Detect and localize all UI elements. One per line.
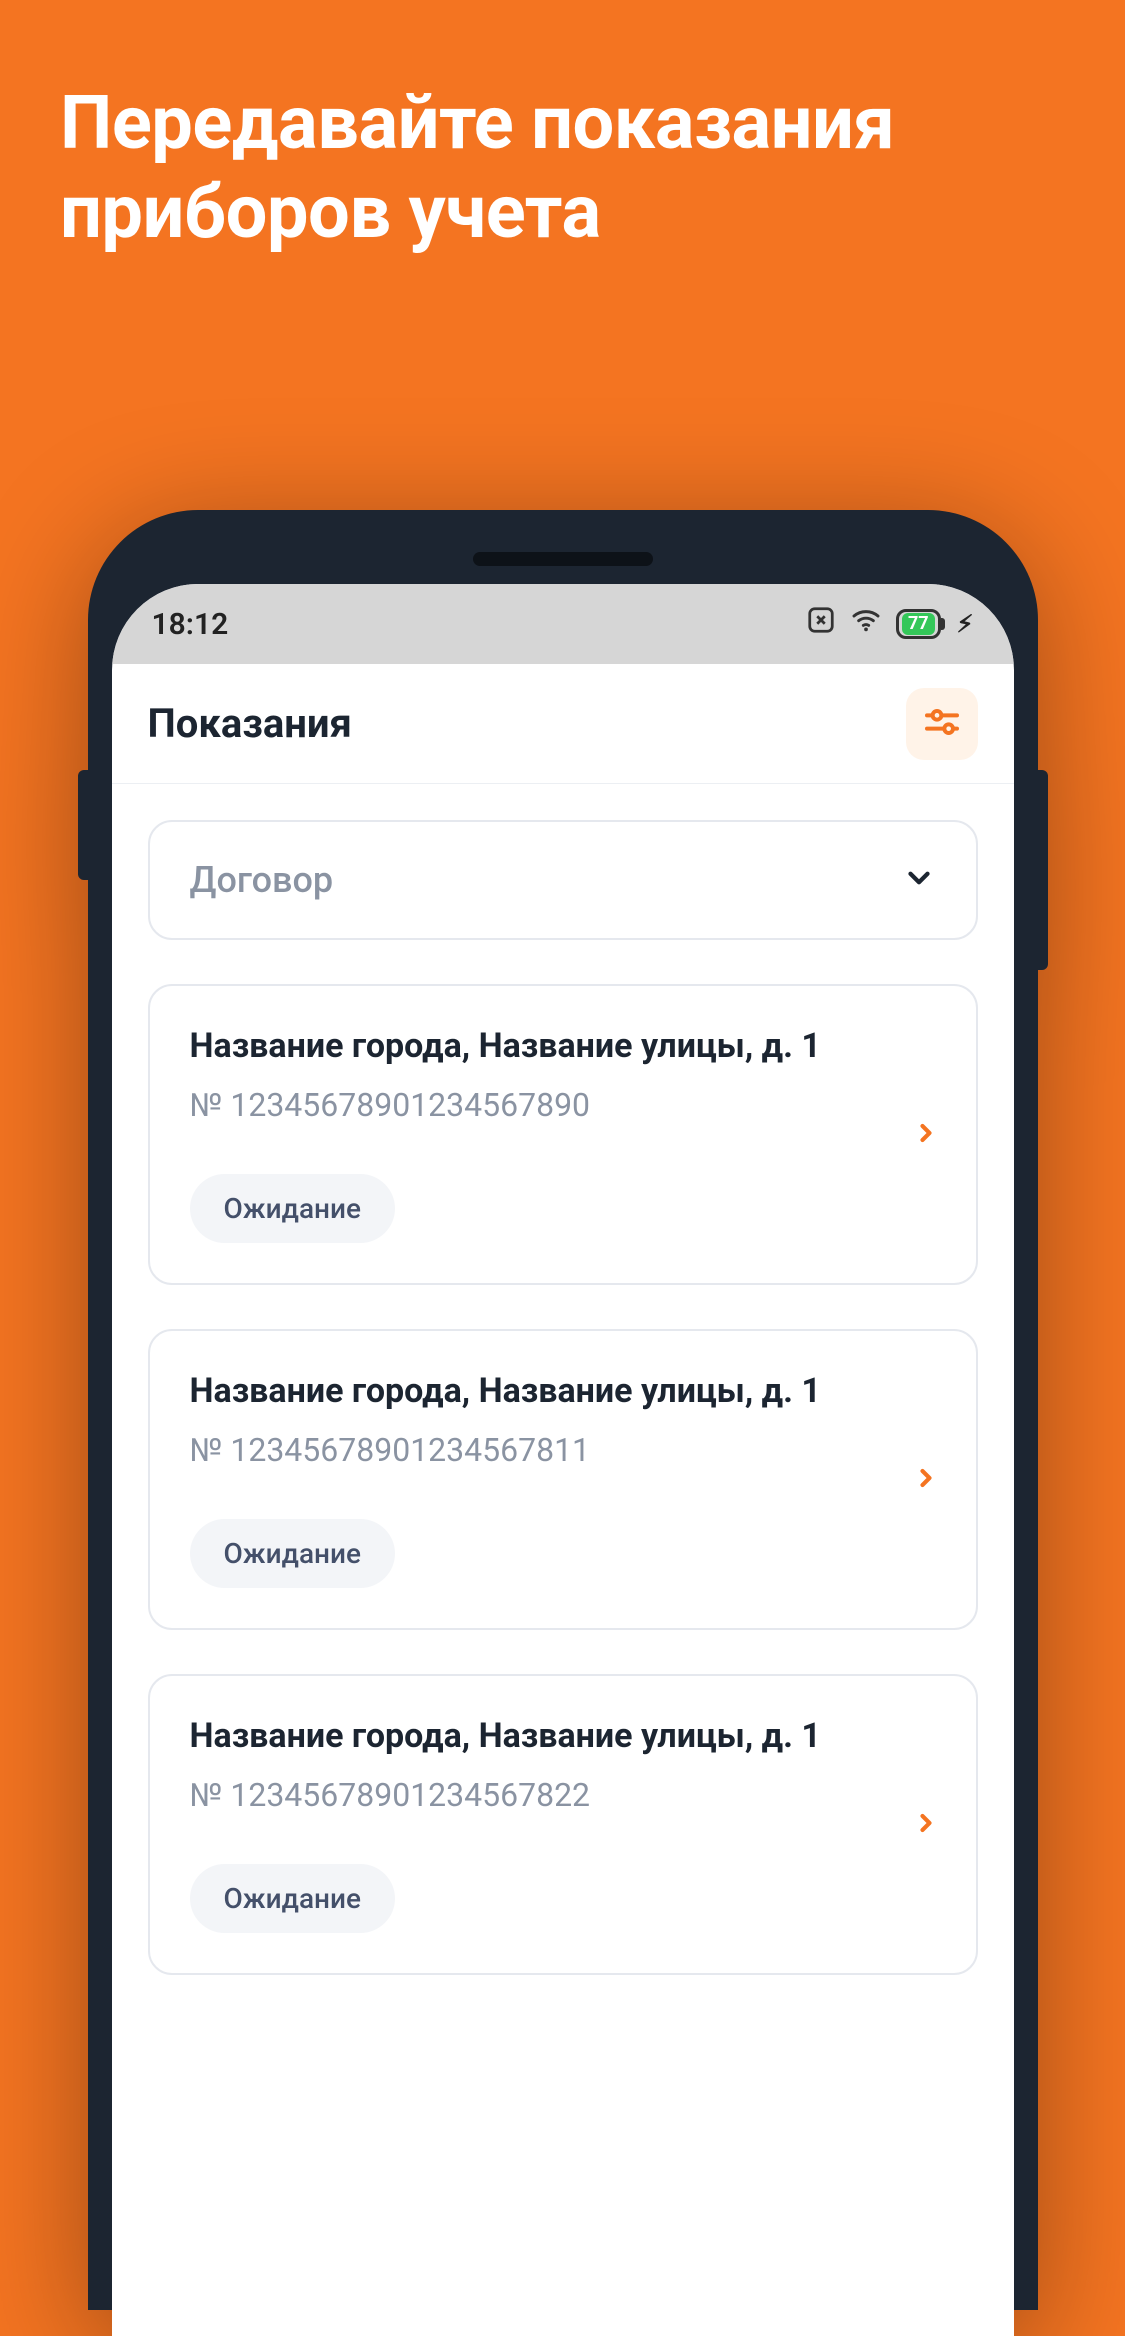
status-badge: Ожидание — [190, 1519, 396, 1588]
page-title: Показания — [148, 700, 352, 747]
card-contract-number: № 12345678901234567822 — [190, 1776, 936, 1814]
card-address: Название города, Название улицы, д. 1 — [190, 1371, 936, 1411]
chevron-right-icon — [912, 1119, 940, 1151]
filter-button[interactable] — [906, 688, 978, 760]
meter-card[interactable]: Название города, Название улицы, д. 1 № … — [148, 1329, 978, 1630]
promo-line2: приборов учета — [60, 169, 601, 256]
meter-card[interactable]: Название города, Название улицы, д. 1 № … — [148, 1674, 978, 1975]
sliders-icon — [922, 702, 962, 746]
contract-dropdown[interactable]: Договор — [148, 820, 978, 940]
card-contract-number: № 12345678901234567890 — [190, 1086, 936, 1124]
phone-mockup: 18:12 — [88, 510, 1038, 2310]
promo-line1: Передавайте показания — [60, 80, 894, 167]
dropdown-label: Договор — [190, 859, 334, 901]
battery-level: 77 — [902, 613, 935, 635]
card-contract-number: № 12345678901234567811 — [190, 1431, 936, 1469]
wifi-icon — [850, 604, 882, 644]
status-badge: Ожидание — [190, 1174, 396, 1243]
close-box-icon — [806, 605, 836, 643]
status-time: 18:12 — [152, 607, 229, 642]
meter-card[interactable]: Название города, Название улицы, д. 1 № … — [148, 984, 978, 1285]
promo-title: Передавайте показания приборов учета — [0, 0, 1125, 258]
battery-icon: 77 — [896, 609, 941, 639]
card-address: Название города, Название улицы, д. 1 — [190, 1026, 936, 1066]
status-badge: Ожидание — [190, 1864, 396, 1933]
chevron-right-icon — [912, 1809, 940, 1841]
app-bar: Показания — [112, 664, 1014, 784]
chevron-right-icon — [912, 1464, 940, 1496]
card-address: Название города, Название улицы, д. 1 — [190, 1716, 936, 1756]
status-bar: 18:12 — [112, 584, 1014, 664]
charging-icon: ⚡︎ — [957, 610, 974, 638]
chevron-down-icon — [902, 861, 936, 899]
